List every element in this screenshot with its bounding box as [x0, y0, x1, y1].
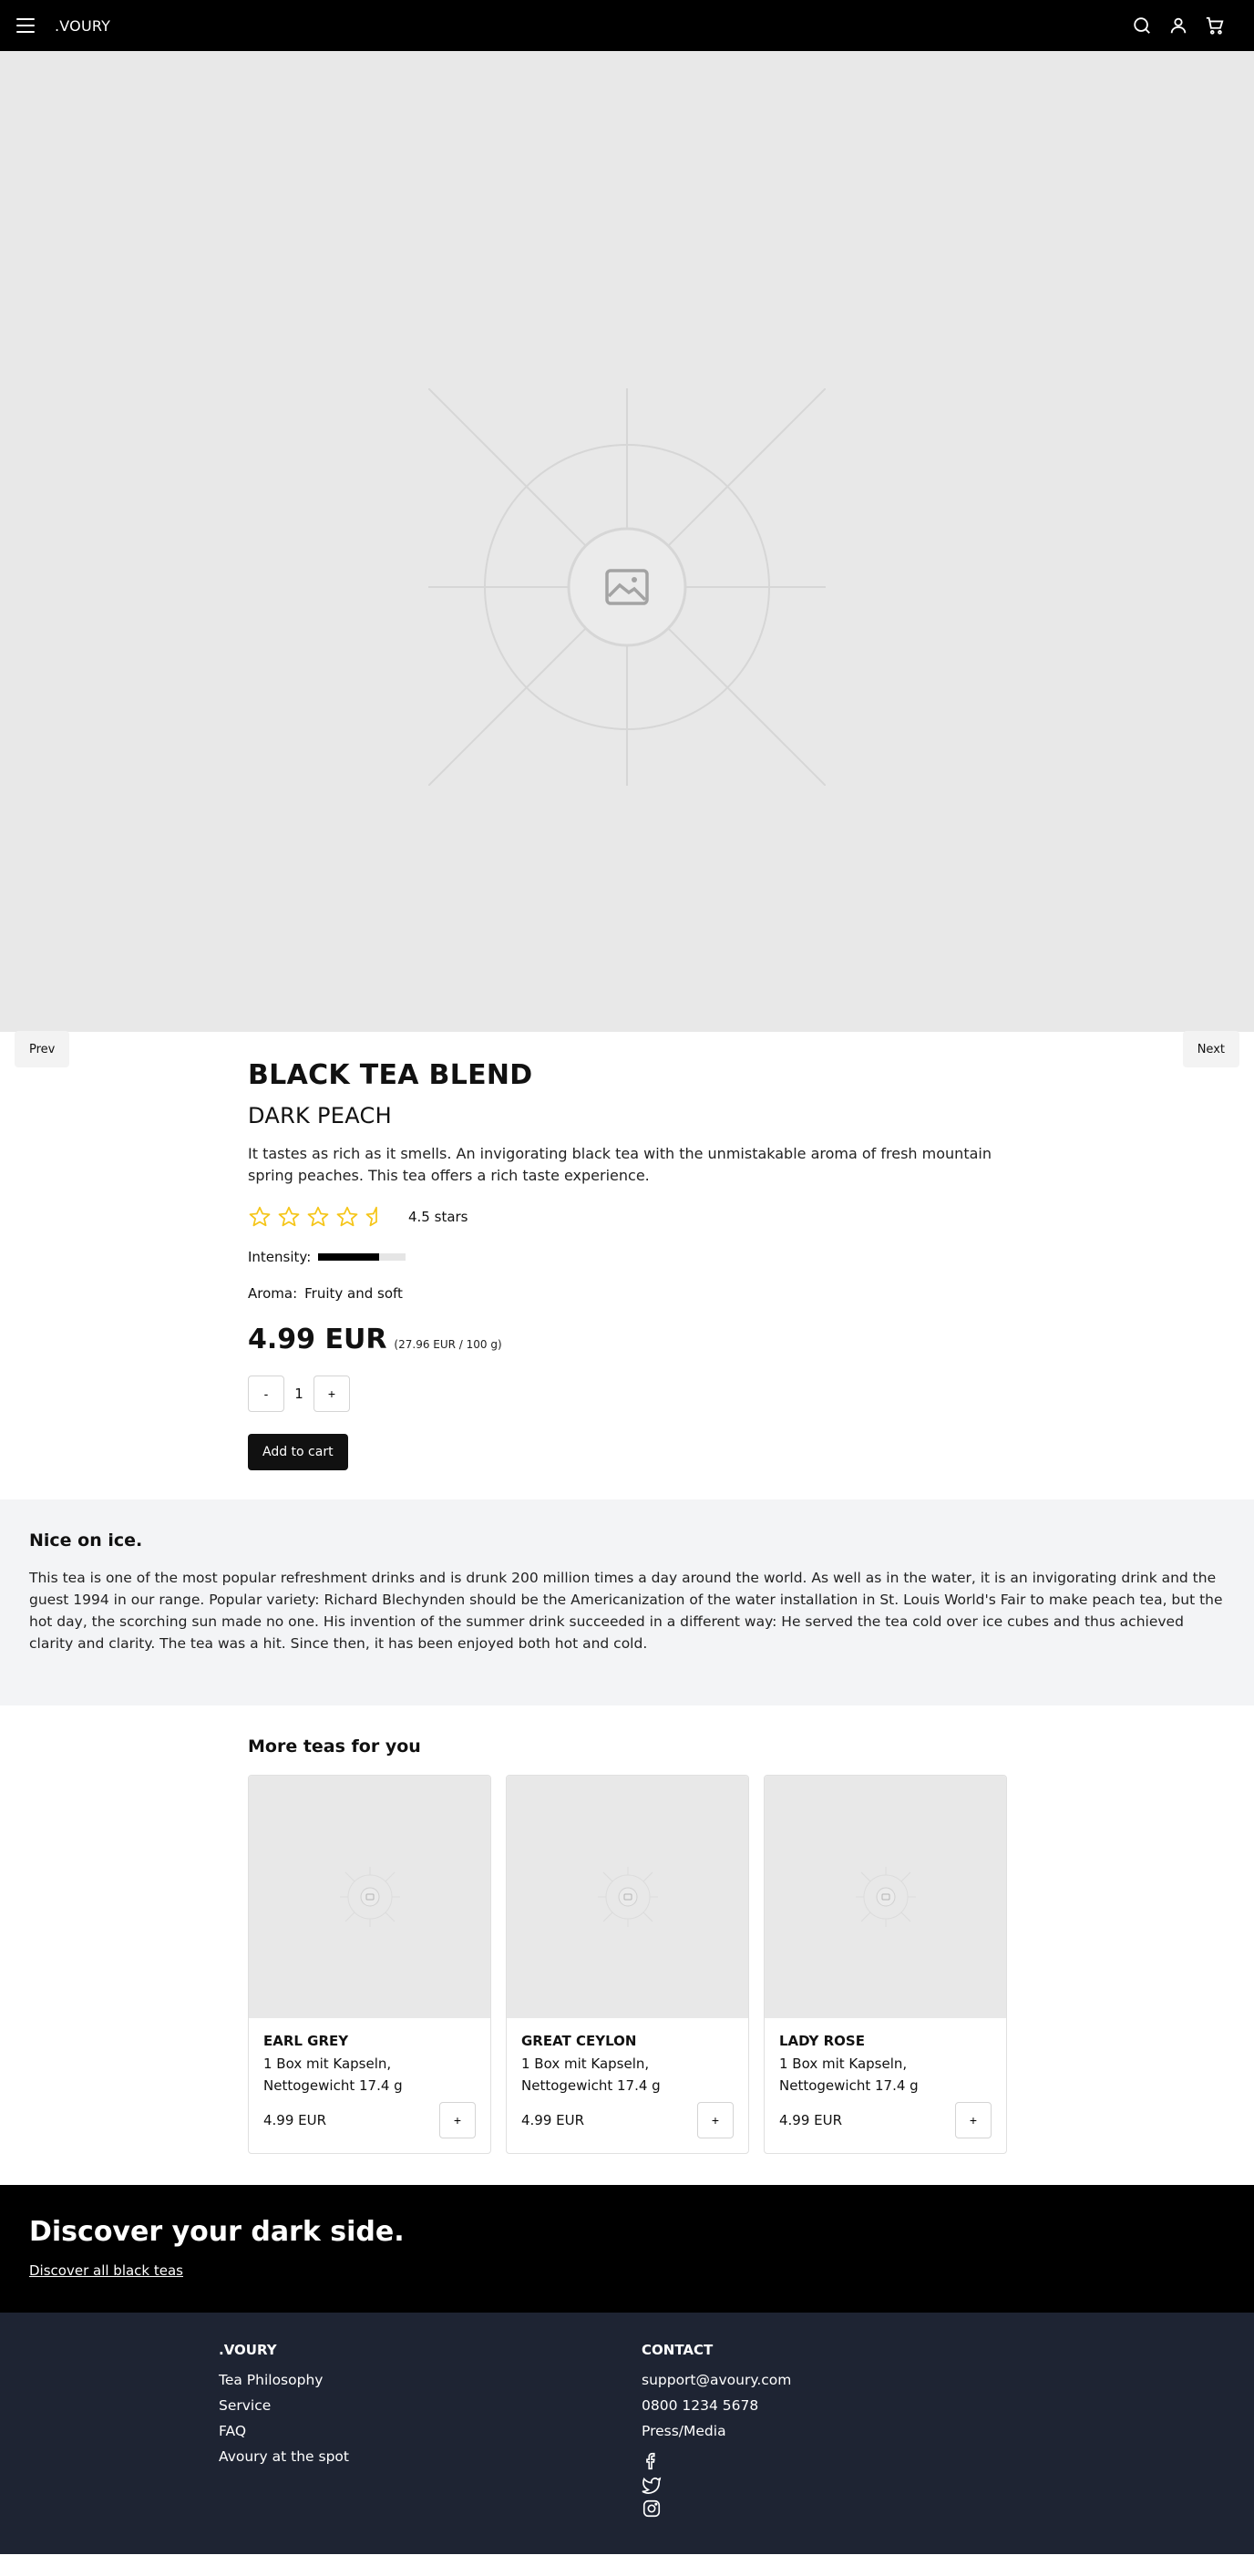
card-image-placeholder [765, 1776, 1006, 2018]
cart-icon[interactable] [1205, 15, 1225, 36]
prev-button[interactable]: Prev [15, 1031, 70, 1067]
footer-link[interactable]: Avoury at the spot [219, 2444, 642, 2469]
quantity-stepper: - 1 + [248, 1376, 1004, 1412]
product-card[interactable]: GREAT CEYLON 1 Box mit Kapseln, Nettogew… [506, 1775, 749, 2154]
menu-icon[interactable] [16, 18, 35, 33]
unit-price: (27.96 EUR / 100 g) [394, 1338, 502, 1351]
facebook-icon[interactable] [642, 2451, 662, 2471]
card-image-placeholder [249, 1776, 490, 2018]
promo-banner: Discover your dark side. Discover all bl… [0, 2185, 1254, 2313]
footer-link[interactable]: Tea Philosophy [219, 2367, 642, 2393]
site-header: .VOURY [0, 0, 1254, 51]
star-icon [336, 1206, 358, 1227]
card-desc: 1 Box mit Kapseln, Nettogewicht 17.4 g [779, 2056, 919, 2094]
info-heading: Nice on ice. [29, 1530, 143, 1551]
product-image-slider: Prev Next [0, 51, 1254, 1067]
product-details: BLACK TEA BLEND DARK PEACH It tastes as … [0, 1032, 1254, 1499]
brand-logo[interactable]: .VOURY [55, 17, 110, 35]
product-subtitle: DARK PEACH [248, 1103, 392, 1128]
rating: 4.5 stars [248, 1205, 1004, 1229]
product-card[interactable]: EARL GREY 1 Box mit Kapseln, Nettogewich… [248, 1775, 491, 2154]
search-icon[interactable] [1132, 15, 1152, 36]
footer-link[interactable]: support@avoury.com [642, 2367, 1064, 2393]
aroma-row: Aroma: Fruity and soft [248, 1285, 1004, 1302]
footer-link[interactable]: FAQ [219, 2418, 642, 2444]
quantity-value: 1 [294, 1386, 303, 1402]
info-section: Nice on ice. This tea is one of the most… [0, 1499, 1254, 1705]
site-footer: .VOURY Tea Philosophy Service FAQ Avoury… [0, 2313, 1254, 2554]
product-title: BLACK TEA BLEND [248, 1059, 533, 1091]
image-placeholder [427, 387, 827, 789]
discover-link[interactable]: Discover all black teas [29, 2262, 183, 2279]
aroma-value: Fruity and soft [304, 1285, 403, 1302]
price-row: 4.99 EUR (27.96 EUR / 100 g) [248, 1324, 1004, 1355]
rating-label: 4.5 stars [408, 1209, 468, 1225]
more-teas-heading: More teas for you [248, 1736, 421, 1757]
increase-quantity-button[interactable]: + [314, 1376, 350, 1412]
card-desc: 1 Box mit Kapseln, Nettogewicht 17.4 g [263, 2056, 403, 2094]
twitter-icon[interactable] [642, 2475, 662, 2495]
card-price: 4.99 EUR [521, 2112, 585, 2128]
star-icon [249, 1206, 271, 1227]
footer-heading: .VOURY [219, 2342, 277, 2358]
footer-col-brand: .VOURY Tea Philosophy Service FAQ Avoury… [219, 2342, 642, 2554]
card-name: GREAT CEYLON [521, 2033, 637, 2049]
star-icon [307, 1206, 329, 1227]
add-item-button[interactable]: + [697, 2102, 734, 2138]
half-star-icon [365, 1206, 377, 1227]
footer-heading: CONTACT [642, 2342, 714, 2358]
card-name: LADY ROSE [779, 2033, 865, 2049]
card-price: 4.99 EUR [263, 2112, 327, 2128]
card-desc: 1 Box mit Kapseln, Nettogewicht 17.4 g [521, 2056, 661, 2094]
footer-link[interactable]: Press/Media [642, 2418, 1064, 2444]
product-description: It tastes as rich as it smells. An invig… [248, 1145, 992, 1184]
card-image-placeholder [507, 1776, 748, 2018]
card-price: 4.99 EUR [779, 2112, 843, 2128]
banner-heading: Discover your dark side. [29, 2216, 405, 2248]
star-icon [278, 1206, 300, 1227]
product-card[interactable]: LADY ROSE 1 Box mit Kapseln, Nettogewich… [764, 1775, 1007, 2154]
add-item-button[interactable]: + [439, 2102, 476, 2138]
header-left: .VOURY [16, 17, 110, 35]
intensity-bar [318, 1253, 406, 1261]
more-teas-section: More teas for you EARL GREY 1 Box mit Ka… [0, 1705, 1254, 2185]
footer-col-contact: CONTACT support@avoury.com 0800 1234 567… [642, 2342, 1064, 2554]
footer-link[interactable]: 0800 1234 5678 [642, 2393, 1064, 2418]
card-name: EARL GREY [263, 2033, 349, 2049]
aroma-label: Aroma: [248, 1285, 298, 1302]
intensity-label: Intensity: [248, 1249, 312, 1265]
intensity-row: Intensity: [248, 1249, 1004, 1265]
instagram-icon[interactable] [642, 2499, 662, 2519]
product-price: 4.99 EUR [248, 1324, 387, 1355]
add-item-button[interactable]: + [955, 2102, 992, 2138]
info-text: This tea is one of the most popular refr… [29, 1570, 1223, 1652]
header-actions [1132, 15, 1225, 36]
next-button[interactable]: Next [1182, 1031, 1239, 1067]
product-cards: EARL GREY 1 Box mit Kapseln, Nettogewich… [248, 1775, 1254, 2154]
intensity-fill [318, 1253, 380, 1261]
user-icon[interactable] [1168, 15, 1188, 36]
social-links [642, 2451, 1064, 2519]
star-rating [248, 1205, 388, 1229]
decrease-quantity-button[interactable]: - [248, 1376, 284, 1412]
add-to-cart-button[interactable]: Add to cart [248, 1434, 348, 1470]
footer-link[interactable]: Service [219, 2393, 642, 2418]
